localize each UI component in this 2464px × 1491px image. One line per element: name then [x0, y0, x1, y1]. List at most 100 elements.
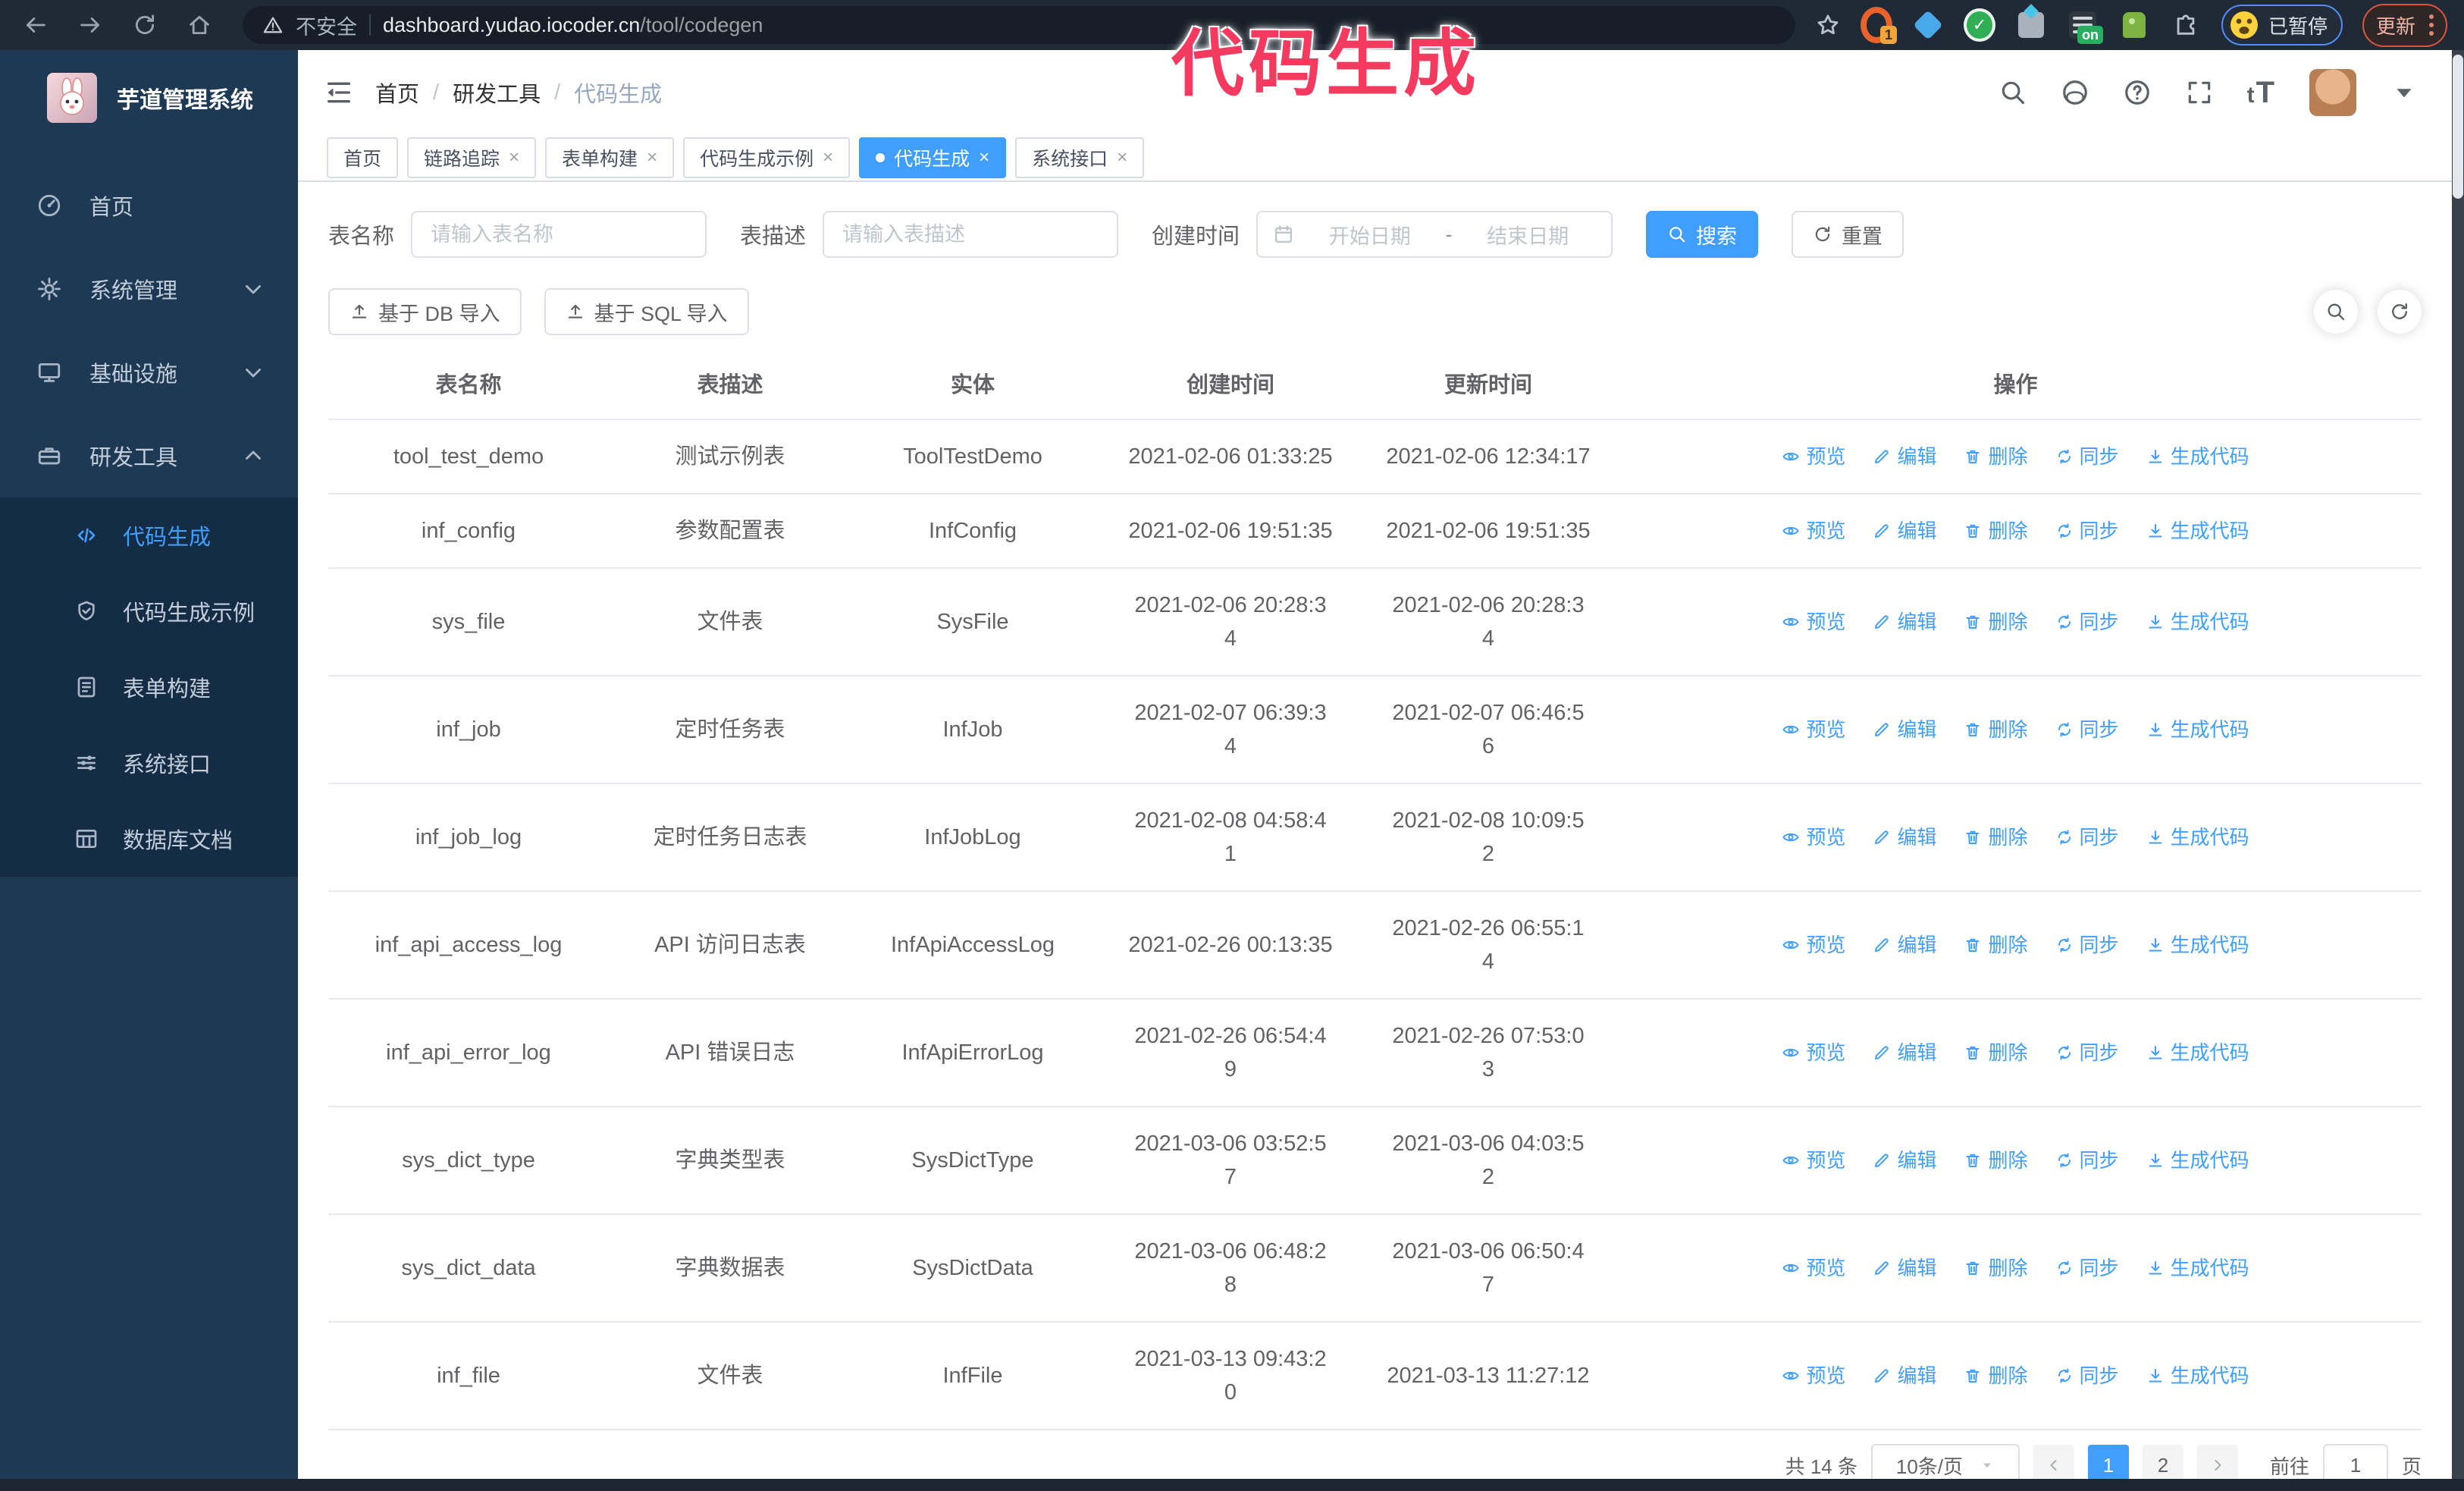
tab-close-icon[interactable]: ×	[979, 149, 989, 167]
font-size-icon[interactable]: tT	[2247, 76, 2276, 110]
action-link-download[interactable]: 生成代码	[2146, 713, 2249, 746]
action-link-sync[interactable]: 同步	[2055, 1144, 2119, 1177]
submenu-item-4[interactable]: 数据库文档	[0, 801, 298, 877]
extension-icon-orange[interactable]: 1	[1860, 7, 1897, 44]
extension-icon-gray[interactable]	[2015, 9, 2047, 41]
action-link-trash[interactable]: 删除	[1964, 1251, 2028, 1285]
action-link-trash[interactable]: 删除	[1964, 1036, 2028, 1069]
action-link-download[interactable]: 生成代码	[2146, 1144, 2249, 1177]
sidebar-item-0[interactable]: 首页	[0, 164, 298, 247]
action-link-pencil[interactable]: 编辑	[1873, 440, 1936, 473]
action-link-eye[interactable]: 预览	[1782, 713, 1845, 746]
sidebar-item-3[interactable]: 研发工具	[0, 414, 298, 498]
action-link-pencil[interactable]: 编辑	[1873, 605, 1936, 639]
action-link-eye[interactable]: 预览	[1782, 1359, 1845, 1392]
action-link-pencil[interactable]: 编辑	[1873, 928, 1936, 962]
action-link-sync[interactable]: 同步	[2055, 928, 2119, 962]
action-link-sync[interactable]: 同步	[2055, 1251, 2119, 1285]
refresh-table-button[interactable]	[2378, 290, 2422, 334]
action-link-trash[interactable]: 删除	[1964, 440, 2028, 473]
breadcrumb-item-home[interactable]: 首页	[375, 77, 419, 108]
date-start-placeholder[interactable]: 开始日期	[1302, 220, 1438, 250]
tab-1[interactable]: 链路追踪 ×	[407, 137, 537, 178]
submenu-item-1[interactable]: 代码生成示例	[0, 573, 298, 649]
address-bar[interactable]: 不安全 dashboard.yudao.iocoder.cn/tool/code…	[243, 6, 1795, 44]
header-search-icon[interactable]	[1998, 78, 2027, 107]
paused-badge[interactable]: 已暂停	[2221, 5, 2343, 46]
avatar-caret-icon[interactable]	[2390, 78, 2419, 107]
action-link-trash[interactable]: 删除	[1964, 928, 2028, 962]
action-link-pencil[interactable]: 编辑	[1873, 713, 1936, 746]
date-range-picker[interactable]: 开始日期 - 结束日期	[1256, 211, 1613, 258]
forward-button[interactable]	[77, 12, 103, 38]
action-link-eye[interactable]: 预览	[1782, 821, 1845, 854]
home-button[interactable]	[187, 12, 212, 38]
bookmark-star-icon[interactable]	[1815, 12, 1841, 38]
action-link-pencil[interactable]: 编辑	[1873, 1251, 1936, 1285]
update-button[interactable]: 更新	[2362, 3, 2447, 47]
table-desc-input[interactable]	[823, 211, 1119, 258]
action-link-sync[interactable]: 同步	[2055, 440, 2119, 473]
extensions-menu-button[interactable]	[2170, 9, 2202, 41]
action-link-trash[interactable]: 删除	[1964, 821, 2028, 854]
help-icon[interactable]	[2123, 78, 2152, 107]
action-link-eye[interactable]: 预览	[1782, 928, 1845, 962]
action-link-download[interactable]: 生成代码	[2146, 440, 2249, 473]
action-link-download[interactable]: 生成代码	[2146, 514, 2249, 548]
action-link-download[interactable]: 生成代码	[2146, 605, 2249, 639]
action-link-trash[interactable]: 删除	[1964, 713, 2028, 746]
action-link-eye[interactable]: 预览	[1782, 1144, 1845, 1177]
tab-close-icon[interactable]: ×	[823, 149, 833, 167]
scrollbar-thumb[interactable]	[2453, 55, 2463, 199]
tab-close-icon[interactable]: ×	[509, 149, 519, 167]
security-warning-icon[interactable]	[262, 14, 284, 36]
app-logo-row[interactable]: 芋道管理系统	[0, 50, 298, 141]
tab-4[interactable]: 代码生成 ×	[859, 137, 1007, 178]
sidebar-toggle-button[interactable]	[298, 77, 375, 108]
extension-icon-check[interactable]: ✓	[1963, 8, 1995, 42]
tab-2[interactable]: 表单构建 ×	[545, 137, 675, 178]
tab-close-icon[interactable]: ×	[647, 149, 657, 167]
import-db-button[interactable]: 基于 DB 导入	[328, 288, 522, 335]
action-link-download[interactable]: 生成代码	[2146, 928, 2249, 962]
action-link-download[interactable]: 生成代码	[2146, 821, 2249, 854]
action-link-pencil[interactable]: 编辑	[1873, 514, 1936, 548]
action-link-sync[interactable]: 同步	[2055, 1359, 2119, 1392]
table-name-input[interactable]	[411, 211, 707, 258]
date-end-placeholder[interactable]: 结束日期	[1460, 220, 1597, 250]
import-sql-button[interactable]: 基于 SQL 导入	[544, 288, 749, 335]
action-link-eye[interactable]: 预览	[1782, 440, 1845, 473]
action-link-sync[interactable]: 同步	[2055, 605, 2119, 639]
sidebar-item-2[interactable]: 基础设施	[0, 331, 298, 414]
action-link-pencil[interactable]: 编辑	[1873, 821, 1936, 854]
extension-icon-green[interactable]	[2118, 9, 2150, 41]
action-link-pencil[interactable]: 编辑	[1873, 1036, 1936, 1069]
submenu-item-3[interactable]: 系统接口	[0, 725, 298, 801]
toggle-search-button[interactable]	[2314, 290, 2358, 334]
fullscreen-icon[interactable]	[2185, 78, 2214, 107]
page-scrollbar[interactable]	[2452, 50, 2464, 1479]
reset-button[interactable]: 重置	[1792, 211, 1904, 258]
github-icon[interactable]	[2061, 78, 2089, 107]
action-link-trash[interactable]: 删除	[1964, 514, 2028, 548]
action-link-sync[interactable]: 同步	[2055, 1036, 2119, 1069]
action-link-sync[interactable]: 同步	[2055, 514, 2119, 548]
breadcrumb-item-tools[interactable]: 研发工具	[453, 77, 541, 108]
action-link-eye[interactable]: 预览	[1782, 605, 1845, 639]
action-link-download[interactable]: 生成代码	[2146, 1359, 2249, 1392]
extension-icon-list[interactable]: on	[2067, 9, 2103, 44]
tab-5[interactable]: 系统接口 ×	[1015, 137, 1145, 178]
action-link-download[interactable]: 生成代码	[2146, 1251, 2249, 1285]
submenu-item-0[interactable]: 代码生成	[0, 498, 298, 573]
action-link-download[interactable]: 生成代码	[2146, 1036, 2249, 1069]
avatar[interactable]	[2309, 69, 2356, 116]
action-link-sync[interactable]: 同步	[2055, 821, 2119, 854]
tab-0[interactable]: 首页	[327, 137, 399, 178]
submenu-item-2[interactable]: 表单构建	[0, 649, 298, 725]
action-link-trash[interactable]: 删除	[1964, 1144, 2028, 1177]
sidebar-item-1[interactable]: 系统管理	[0, 247, 298, 331]
extension-icon-gem[interactable]	[1912, 9, 1944, 41]
action-link-eye[interactable]: 预览	[1782, 514, 1845, 548]
browser-menu-icon[interactable]	[2429, 14, 2434, 36]
action-link-sync[interactable]: 同步	[2055, 713, 2119, 746]
